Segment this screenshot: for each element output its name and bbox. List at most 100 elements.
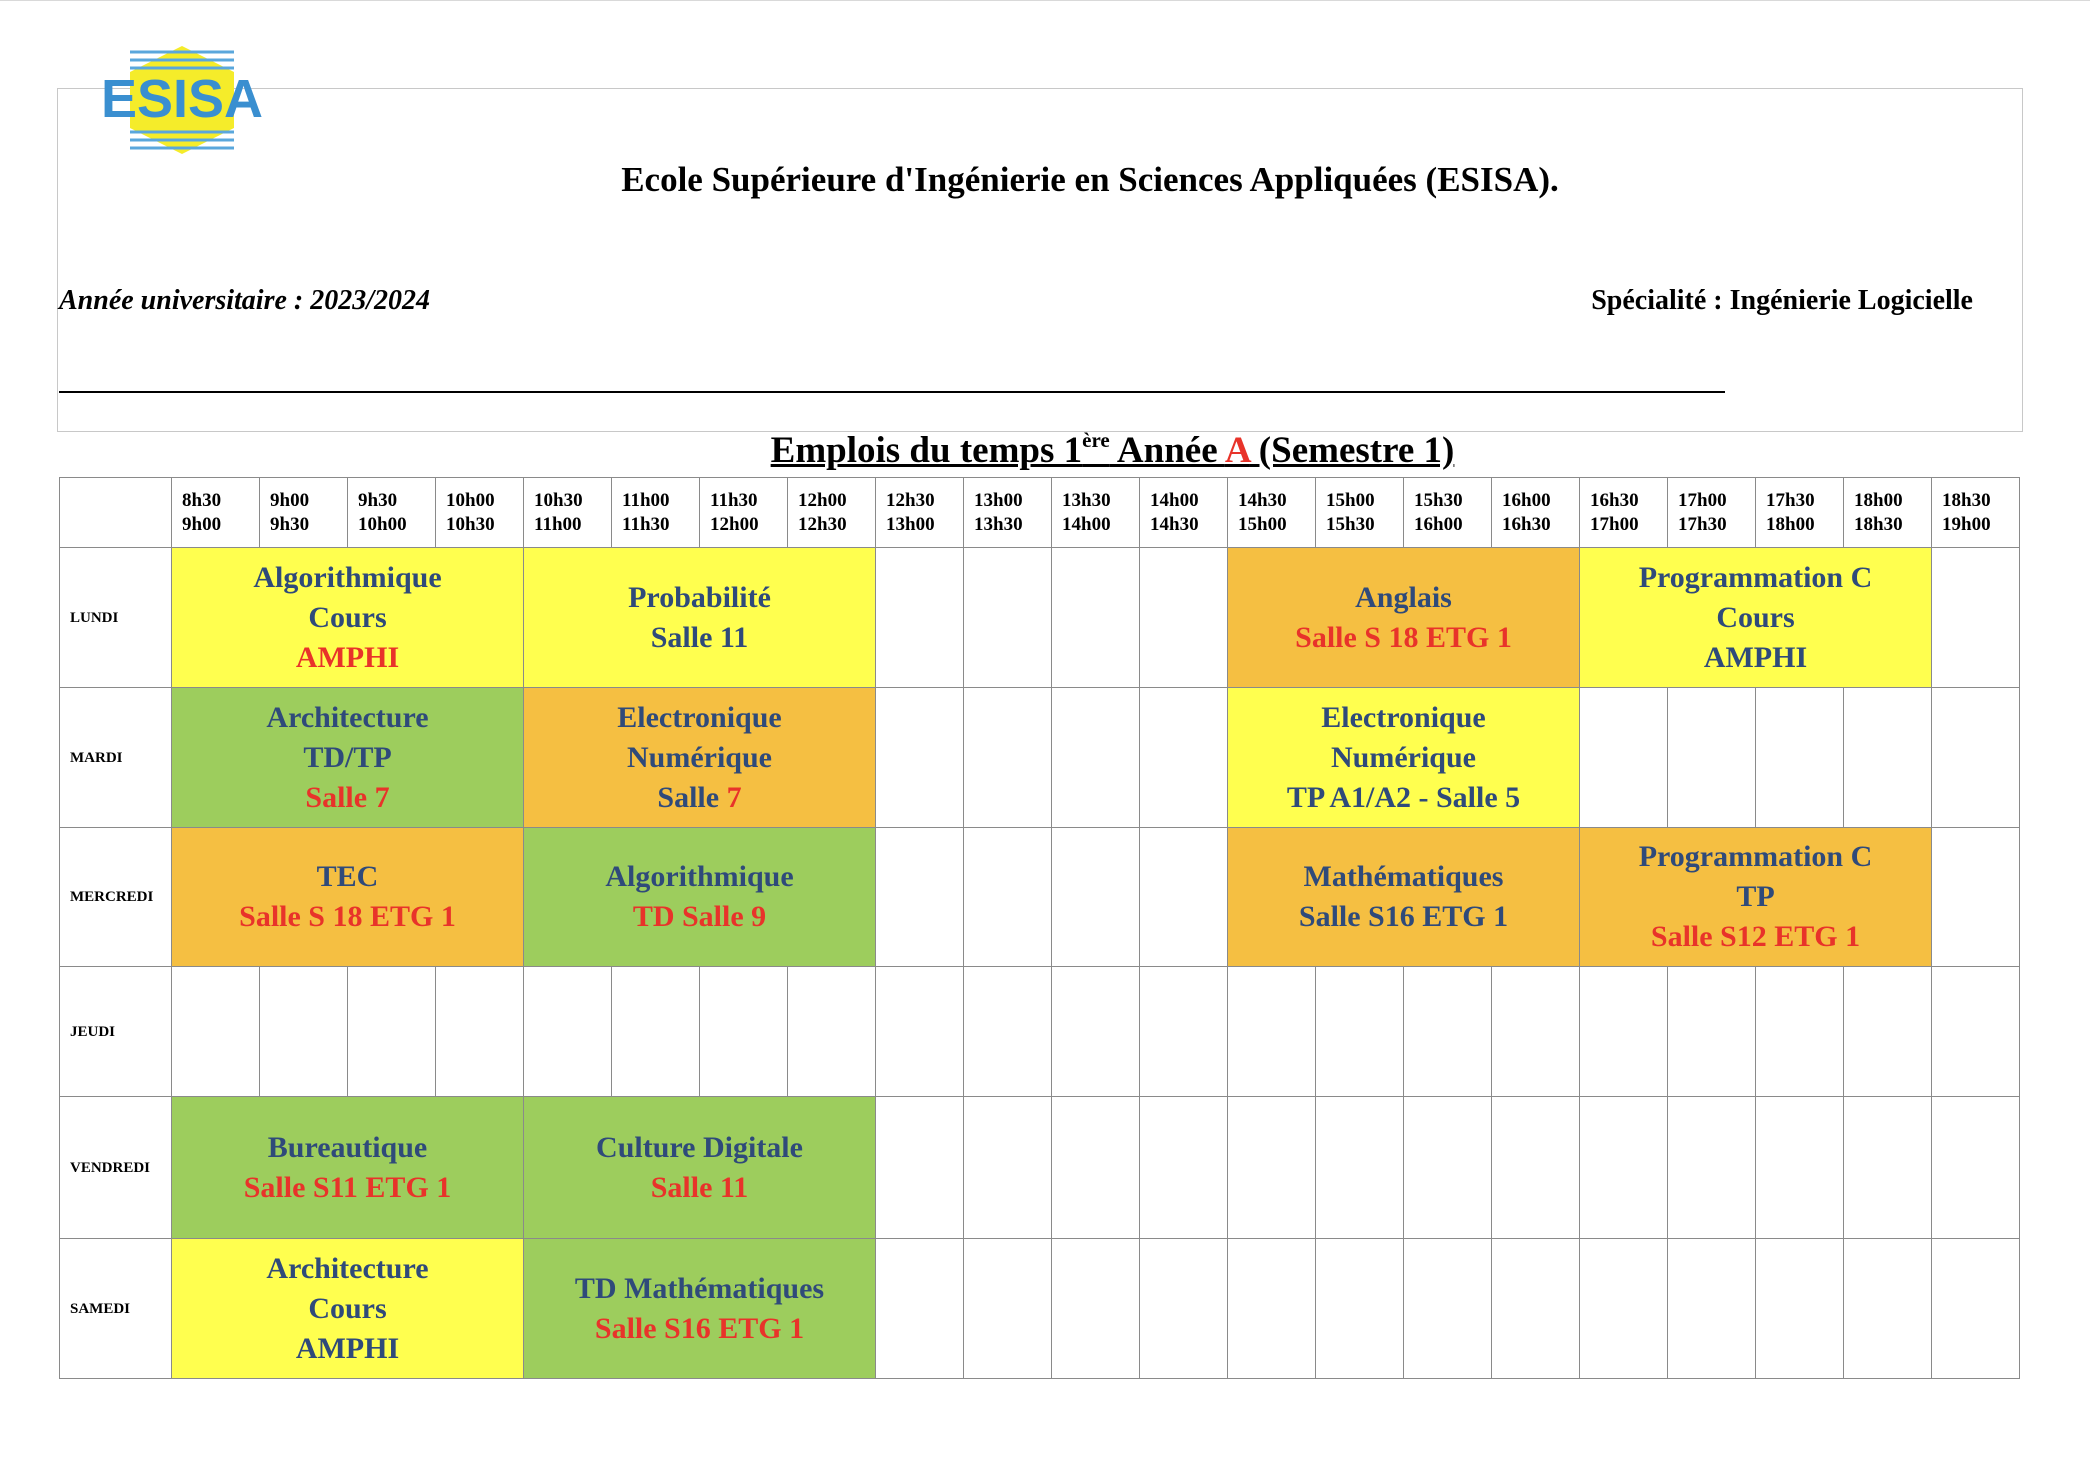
empty-slot	[1755, 1096, 1844, 1239]
empty-slot	[1755, 687, 1844, 828]
empty-slot	[1403, 966, 1492, 1097]
time-slot-header: 16h00 16h30	[1491, 477, 1580, 548]
course-line: Salle 11	[524, 618, 875, 658]
slot-start: 13h00	[974, 489, 1023, 511]
course-line-text: Salle 7	[305, 780, 390, 814]
slot-start: 16h30	[1590, 489, 1639, 511]
slot-start: 12h30	[886, 489, 935, 511]
empty-slot	[1931, 687, 2020, 828]
course-cell: Algorithmique Cours AMPHI	[171, 547, 524, 688]
slot-start: 16h00	[1502, 489, 1551, 511]
empty-slot	[1931, 827, 2020, 967]
day-label: LUNDI	[59, 547, 172, 688]
specialty: Spécialité : Ingénierie Logicielle	[1591, 285, 1973, 316]
row-samedi: SAMEDI Architecture Cours AMPHI TD Mathéma…	[59, 1238, 2020, 1379]
course-line: Electronique	[524, 698, 875, 738]
empty-slot	[1931, 1238, 2020, 1379]
empty-slot	[1139, 1096, 1228, 1239]
course-line: Electronique	[1228, 698, 1579, 738]
school-name: Ecole Supérieure d'Ingénierie en Science…	[621, 160, 1559, 199]
empty-slot	[875, 1096, 964, 1239]
slot-end: 16h30	[1502, 513, 1551, 535]
course-cell: Architecture Cours AMPHI	[171, 1238, 524, 1379]
slot-end: 19h00	[1942, 513, 1991, 535]
slot-end: 11h30	[622, 513, 670, 535]
top-rule	[0, 0, 2090, 1]
slot-end: 14h00	[1062, 513, 1111, 535]
title-sup: ère	[1082, 428, 1110, 452]
timetable: 8h30 9h00 9h00 9h30 9h30 10h00 10h00 10h30 10h30…	[59, 477, 2020, 1379]
slot-start: 14h30	[1238, 489, 1287, 511]
title-group: A	[1224, 430, 1250, 471]
course-line: Salle S16 ETG 1	[524, 1309, 875, 1349]
course-line: AMPHI	[172, 638, 523, 678]
course-line: TD Salle 9	[524, 897, 875, 937]
empty-slot	[963, 687, 1052, 828]
course-line: Anglais	[1228, 578, 1579, 618]
empty-slot	[1579, 966, 1668, 1097]
slot-end: 13h00	[886, 513, 935, 535]
empty-slot	[171, 966, 260, 1097]
empty-slot	[1755, 966, 1844, 1097]
slot-end: 17h30	[1678, 513, 1727, 535]
empty-slot	[1139, 1238, 1228, 1379]
empty-slot	[787, 966, 876, 1097]
time-slot-header: 13h30 14h00	[1051, 477, 1140, 548]
empty-slot	[875, 687, 964, 828]
course-line: Salle 11	[524, 1168, 875, 1208]
course-line-text: Numérique	[1331, 740, 1476, 774]
empty-slot	[523, 966, 612, 1097]
empty-slot	[435, 966, 524, 1097]
empty-slot	[1227, 966, 1316, 1097]
empty-slot	[1403, 1096, 1492, 1239]
empty-slot	[1931, 1096, 2020, 1239]
course-cell: Culture Digitale Salle 11	[523, 1096, 876, 1239]
empty-slot	[1315, 966, 1404, 1097]
course-line: Salle 7	[172, 778, 523, 818]
empty-slot	[347, 966, 436, 1097]
slot-start: 12h00	[798, 489, 847, 511]
slot-start: 17h30	[1766, 489, 1815, 511]
empty-slot	[1051, 827, 1140, 967]
course-line-text: Cours	[1716, 600, 1795, 634]
empty-slot	[1051, 1238, 1140, 1379]
day-label: MERCREDI	[59, 827, 172, 967]
time-slot-header: 9h30 10h00	[347, 477, 436, 548]
course-line: TD Mathématiques	[524, 1269, 875, 1309]
slot-start: 9h00	[270, 489, 310, 511]
slot-start: 15h00	[1326, 489, 1375, 511]
empty-slot	[1755, 1238, 1844, 1379]
course-line: Programmation C	[1580, 837, 1931, 877]
course-cell: Algorithmique TD Salle 9	[523, 827, 876, 967]
course-cell: TEC Salle S 18 ETG 1	[171, 827, 524, 967]
course-cell: Electronique Numérique Salle 7	[523, 687, 876, 828]
course-line-text: AMPHI	[295, 1331, 400, 1365]
course-line: Bureautique	[172, 1128, 523, 1168]
empty-slot	[875, 1238, 964, 1379]
course-line: Salle 7	[524, 778, 875, 818]
course-line-text: Mathématiques	[1303, 860, 1504, 893]
slot-start: 17h00	[1678, 489, 1727, 511]
course-line: Cours	[172, 598, 523, 638]
slot-end: 15h00	[1238, 513, 1287, 535]
empty-slot	[1579, 1238, 1668, 1379]
slot-start: 9h30	[358, 489, 398, 511]
empty-slot	[963, 547, 1052, 688]
course-line: Programmation C	[1580, 558, 1931, 598]
course-line: Salle S11 ETG 1	[172, 1168, 523, 1208]
course-cell: Programmation C TP Salle S12 ETG 1	[1579, 827, 1932, 967]
slot-start: 10h00	[446, 489, 495, 511]
empty-slot	[1579, 1096, 1668, 1239]
course-line: AMPHI	[1580, 638, 1931, 678]
empty-slot	[1667, 687, 1756, 828]
academic-year: Année universitaire : 2023/2024	[59, 285, 431, 316]
empty-slot	[1491, 1096, 1580, 1239]
time-slot-header: 9h00 9h30	[259, 477, 348, 548]
time-slot-header: 11h30 12h00	[699, 477, 788, 548]
course-line-text: AMPHI	[295, 640, 400, 674]
time-slot-header: 10h30 11h00	[523, 477, 612, 548]
time-slot-header: 18h30 19h00	[1931, 477, 2020, 548]
empty-slot	[1491, 966, 1580, 1097]
empty-slot	[963, 1238, 1052, 1379]
time-slot-header: 18h00 18h30	[1843, 477, 1932, 548]
